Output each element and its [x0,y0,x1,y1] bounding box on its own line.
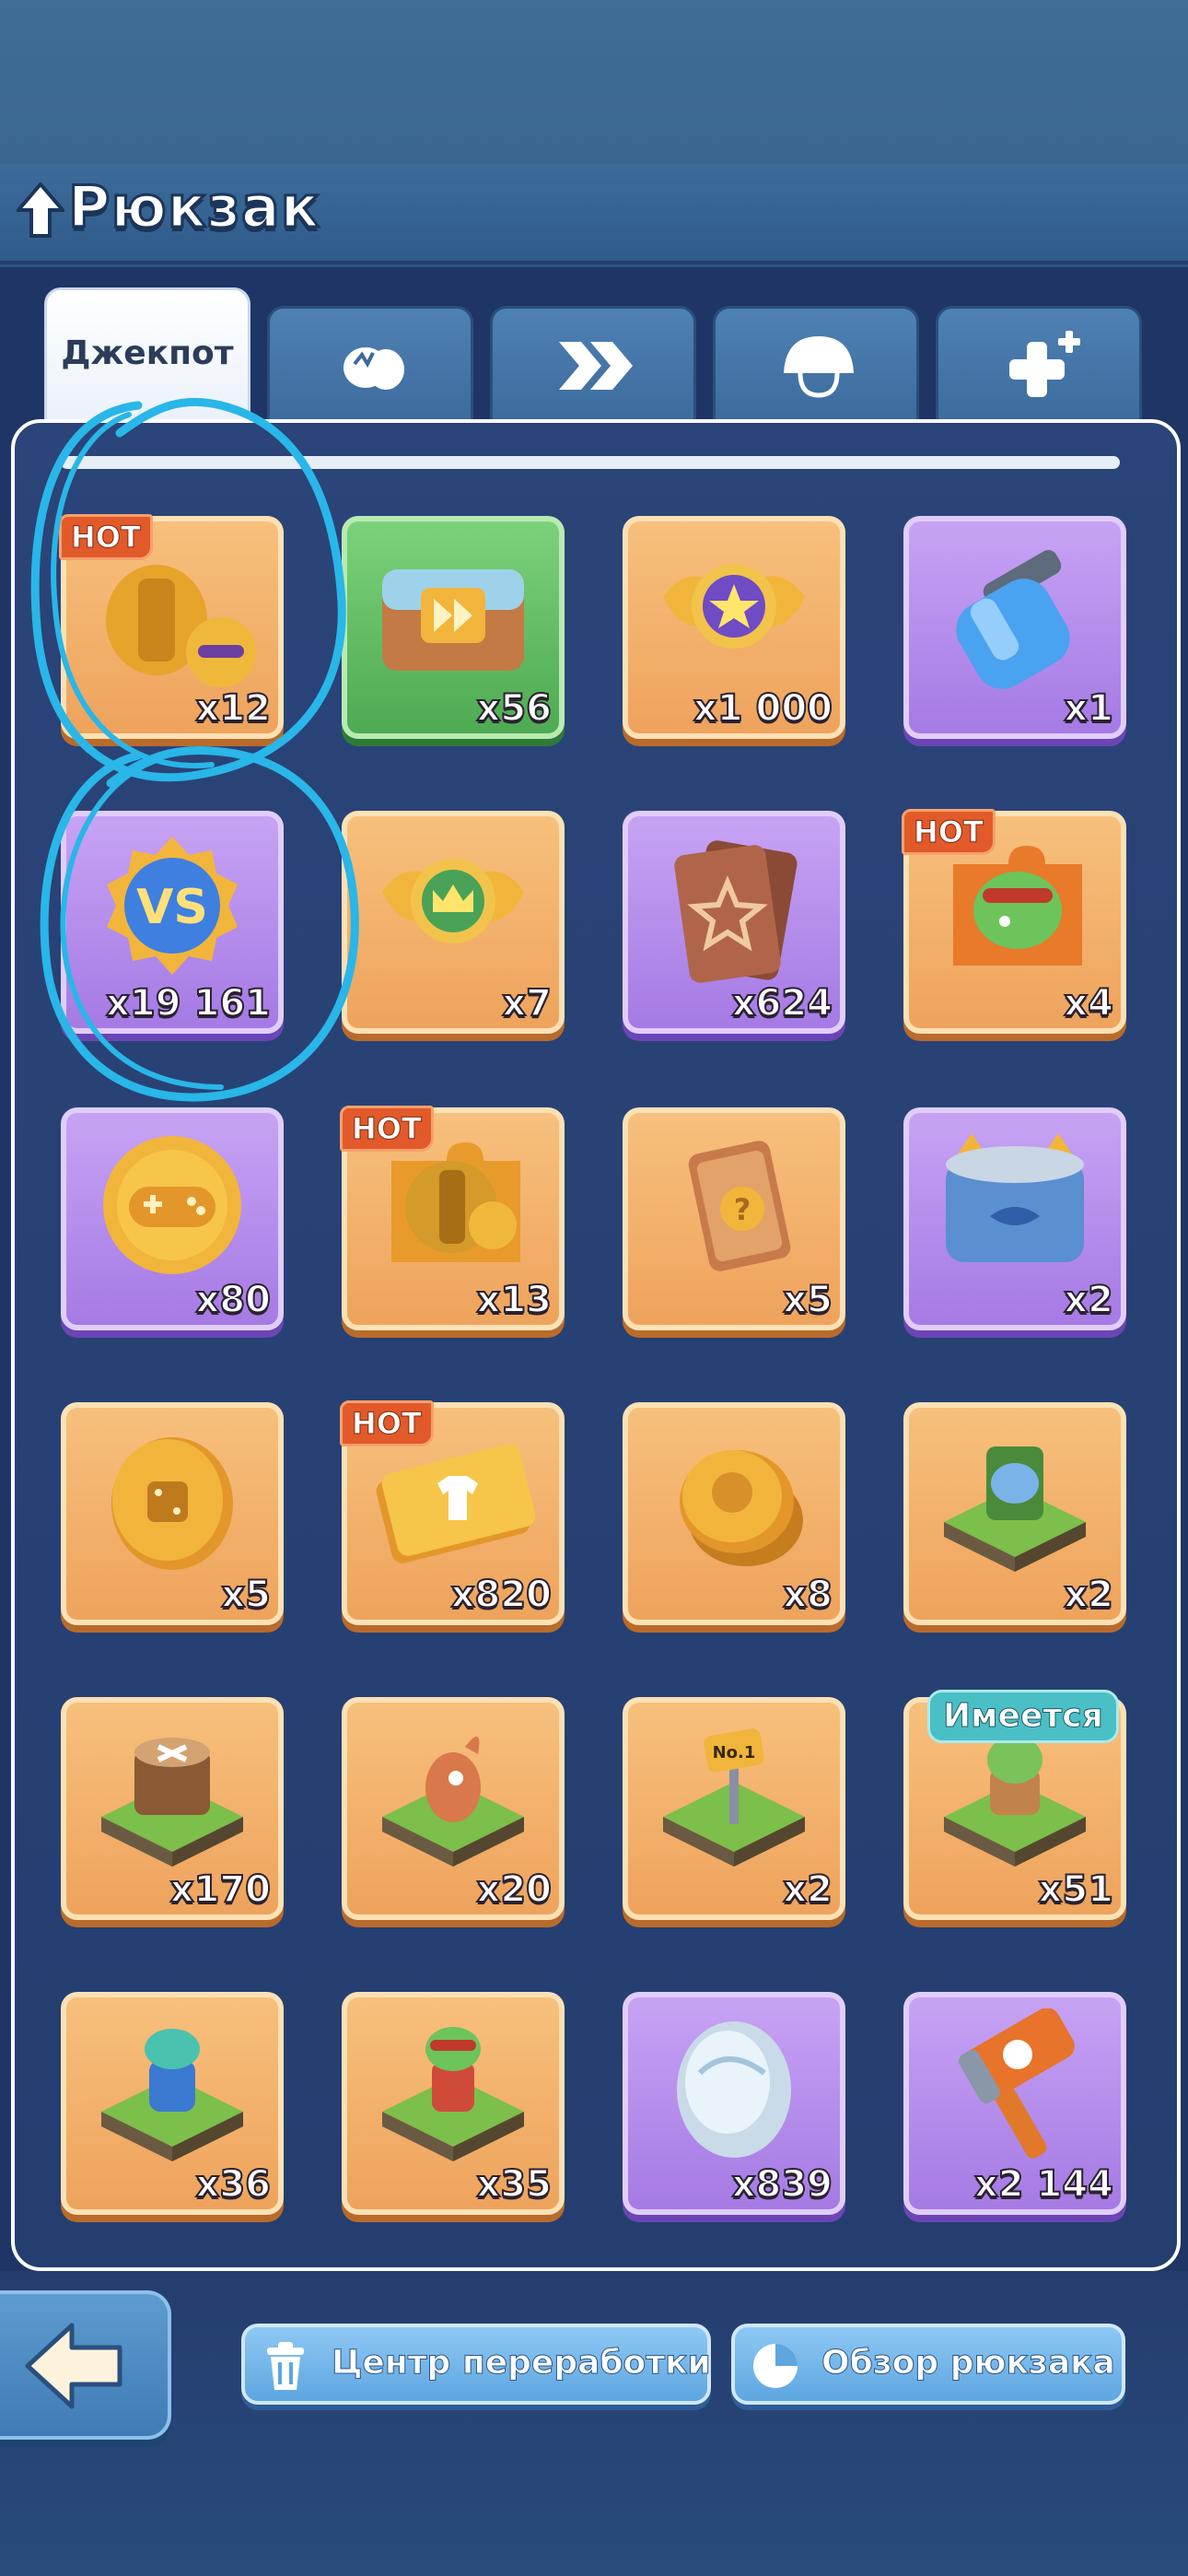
inventory-item[interactable]: x7 [342,811,565,1034]
item-count: x5 [220,1573,272,1617]
double-chevron-icon [559,342,633,390]
backpack-up-arrow-icon [17,182,64,238]
category-tabs: Джекпот [44,287,1149,435]
inventory-item[interactable]: x36 [61,1992,284,2215]
hot-badge: HOT [59,514,153,560]
dice-coin-icon [111,1437,233,1570]
inventory-item[interactable]: Имеется x51 [903,1690,1126,1920]
inventory-item[interactable]: x35 [342,1992,565,2215]
star-wings-badge-icon [663,564,805,649]
inventory-item[interactable]: HOT x12 [59,514,284,739]
tab-jackpot[interactable]: Джекпот [44,287,250,435]
item-count: x1 [1063,686,1114,731]
bottom-bar [0,2271,1188,2576]
crown-wings-badge-icon [382,859,524,943]
inventory-item[interactable]: x2 144 [903,1992,1126,2215]
tab-equipment[interactable] [713,306,919,426]
owned-badge: Имеется [927,1690,1119,1743]
back-arrow-icon [25,2323,122,2409]
item-count: x12 [195,686,272,731]
pie-chart-icon [753,2344,798,2388]
tab-jackpot-label: Джекпот [61,334,234,372]
garden-tile-icon [944,1446,1086,1572]
svg-text:No.1: No.1 [713,1743,756,1762]
hot-badge: HOT [340,1400,434,1446]
item-count: x51 [1038,1868,1114,1912]
gamepad-coin-icon [103,1136,241,1274]
back-button[interactable] [0,2290,171,2440]
blue-jar-icon [956,550,1070,689]
item-count: x20 [476,1868,553,1912]
inventory-item[interactable]: x2 [903,1107,1126,1330]
item-count: x839 [731,2162,833,2207]
tab-eggs[interactable] [267,306,473,426]
backpack-overview-button[interactable]: Обзор рюкзака [731,2324,1125,2405]
stump-tile-icon [101,1738,243,1867]
inventory-item[interactable]: x80 [61,1107,284,1330]
item-count: x7 [501,981,553,1025]
item-count: x2 144 [973,2162,1114,2207]
recycle-center-label: Центр переработки [332,2344,712,2383]
item-count: x56 [476,686,553,731]
inventory-item[interactable]: VS x19 161 [61,811,284,1034]
crystal-egg-icon [677,2021,791,2158]
item-count: x13 [476,1278,553,1322]
chest-icon [382,569,524,671]
item-count: x1 000 [693,686,833,731]
inventory-item[interactable]: HOT x4 [902,809,1126,1034]
trophy-sign-tile-icon: No.1 [663,1728,805,1867]
inventory-item[interactable]: x5 [61,1402,284,1625]
tab-boosts[interactable] [490,306,696,426]
item-count: x8 [782,1573,833,1617]
inventory-item[interactable]: x8 [623,1402,845,1625]
inventory-item[interactable]: x1 [903,516,1126,739]
hammer-icon [958,2008,1075,2159]
item-count: x5 [782,1278,833,1322]
item-count: x4 [1063,981,1114,1025]
inventory-item[interactable]: x839 [623,1992,845,2215]
vs-medal-icon: VS [107,837,238,975]
item-count: x2 [782,1868,833,1912]
creature-tile-icon [382,1736,524,1867]
inventory-item[interactable]: x2 [903,1402,1126,1625]
tab-extras[interactable] [936,306,1142,426]
panel-divider [61,456,1120,469]
item-count: x80 [195,1278,272,1322]
inventory-item[interactable]: x1 000 [623,516,845,739]
item-count: x820 [450,1573,553,1617]
inventory-item[interactable]: x20 [342,1697,565,1920]
plus-icon [1009,331,1080,397]
egg-icon [344,347,404,390]
inventory-item[interactable]: x56 [342,516,565,739]
inventory-item[interactable]: No.1 x2 [623,1697,845,1920]
item-count: x2 [1063,1573,1114,1617]
backpack-overview-label: Обзор рюкзака [821,2344,1116,2383]
inventory-item[interactable]: ? x5 [623,1107,845,1330]
item-count: x624 [731,981,833,1025]
svg-text:VS: VS [136,880,208,935]
inventory-item[interactable]: HOT x13 [340,1106,565,1330]
cool-frog-tile-icon [382,2027,524,2161]
robot-frog-tile-icon [101,2029,243,2161]
item-count: x170 [169,1868,272,1912]
coin-stack-icon [680,1450,803,1566]
star-card-icon [674,840,798,983]
question-card-icon: ? [688,1141,791,1271]
svg-text:?: ? [734,1192,751,1227]
item-count: x19 161 [105,981,272,1025]
hot-badge: HOT [902,809,996,855]
inventory-item[interactable]: x624 [623,811,845,1034]
hot-badge: HOT [340,1106,434,1152]
item-count: x2 [1063,1278,1114,1322]
trash-icon [267,2342,304,2390]
inventory-item[interactable]: x170 [61,1697,284,1920]
recycle-center-button[interactable]: Центр переработки [241,2324,711,2405]
item-count: x35 [476,2162,553,2207]
inventory-item[interactable]: HOT x820 [340,1400,565,1625]
page-title: Рюкзак [67,172,321,242]
cat-food-can-icon [946,1133,1084,1262]
item-count: x36 [195,2162,272,2207]
helmet-icon [784,336,854,398]
